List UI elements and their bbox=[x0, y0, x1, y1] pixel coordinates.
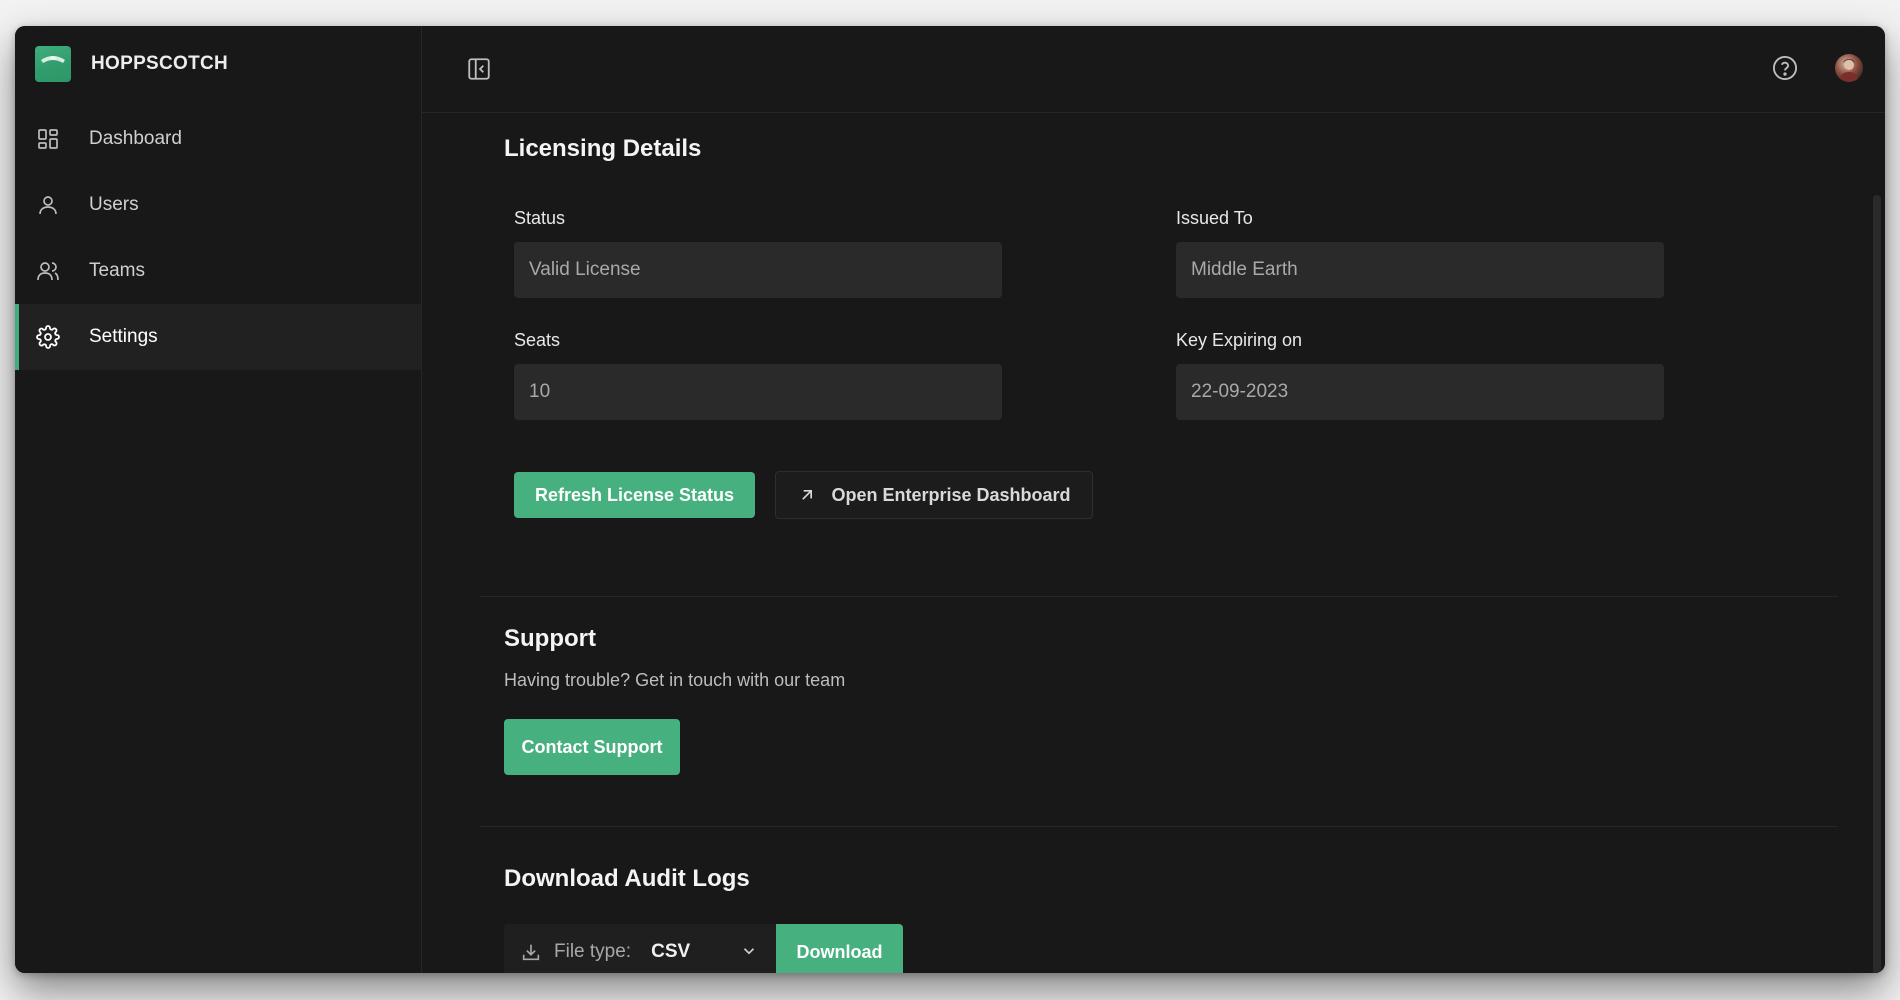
support-description: Having trouble? Get in touch with our te… bbox=[504, 670, 846, 690]
contact-support-button[interactable]: Contact Support bbox=[504, 719, 680, 775]
external-link-arrow-icon bbox=[797, 485, 817, 505]
key-expiry-field[interactable]: 22-09-2023 bbox=[1176, 364, 1664, 420]
support-title: Support bbox=[504, 625, 596, 652]
status-label: Status bbox=[514, 208, 566, 228]
sidebar-item-label: Teams bbox=[89, 260, 145, 281]
download-button[interactable]: Download bbox=[776, 924, 903, 973]
issued-to-label: Issued To bbox=[1176, 208, 1253, 228]
help-circle-icon[interactable] bbox=[1771, 54, 1799, 82]
refresh-license-button[interactable]: Refresh License Status bbox=[514, 472, 755, 518]
dashboard-grid-icon bbox=[35, 126, 61, 152]
topbar bbox=[422, 26, 1885, 113]
brand[interactable]: HOPPSCOTCH bbox=[35, 46, 228, 82]
file-type-value: CSV bbox=[651, 941, 691, 962]
gear-icon bbox=[35, 324, 61, 350]
seats-field[interactable]: 10 bbox=[514, 364, 1002, 420]
chevron-down-icon bbox=[740, 942, 758, 960]
seats-label: Seats bbox=[514, 330, 561, 350]
sidebar-item-label: Users bbox=[89, 194, 139, 215]
sidebar-item-teams[interactable]: Teams bbox=[15, 238, 421, 304]
open-enterprise-dashboard-button[interactable]: Open Enterprise Dashboard bbox=[775, 471, 1093, 519]
avatar[interactable] bbox=[1835, 54, 1863, 82]
file-type-select[interactable]: File type: CSV bbox=[504, 924, 776, 973]
settings-content: Licensing Details Status Valid License I… bbox=[422, 113, 1885, 973]
download-icon bbox=[520, 941, 542, 963]
issued-to-field[interactable]: Middle Earth bbox=[1176, 242, 1664, 298]
section-divider bbox=[480, 826, 1838, 827]
file-type-label: File type: bbox=[554, 941, 632, 962]
audit-logs-title: Download Audit Logs bbox=[504, 865, 750, 892]
section-divider bbox=[480, 596, 1838, 597]
scrollbar-thumb[interactable] bbox=[1873, 195, 1881, 973]
sidebar-nav: Dashboard Users Teams Settings bbox=[15, 106, 421, 370]
scrollbar[interactable] bbox=[1863, 113, 1885, 973]
sidebar-item-settings[interactable]: Settings bbox=[15, 304, 421, 370]
open-enterprise-dashboard-label: Open Enterprise Dashboard bbox=[831, 484, 1071, 505]
sidebar-item-label: Settings bbox=[89, 326, 158, 347]
key-expiry-label: Key Expiring on bbox=[1176, 330, 1303, 350]
user-icon bbox=[35, 192, 61, 218]
sidebar-item-label: Dashboard bbox=[89, 128, 182, 149]
status-field[interactable]: Valid License bbox=[514, 242, 1002, 298]
sidebar-item-dashboard[interactable]: Dashboard bbox=[15, 106, 421, 172]
hoppscotch-logo-icon bbox=[35, 46, 71, 82]
sidebar-collapse-icon[interactable] bbox=[466, 56, 492, 82]
sidebar: HOPPSCOTCH Dashboard Users Teams Setting… bbox=[15, 26, 422, 973]
app-window: HOPPSCOTCH Dashboard Users Teams Setting… bbox=[15, 26, 1885, 973]
users-icon bbox=[35, 258, 61, 284]
sidebar-item-users[interactable]: Users bbox=[15, 172, 421, 238]
licensing-title: Licensing Details bbox=[504, 135, 702, 162]
brand-name: HOPPSCOTCH bbox=[91, 53, 229, 74]
